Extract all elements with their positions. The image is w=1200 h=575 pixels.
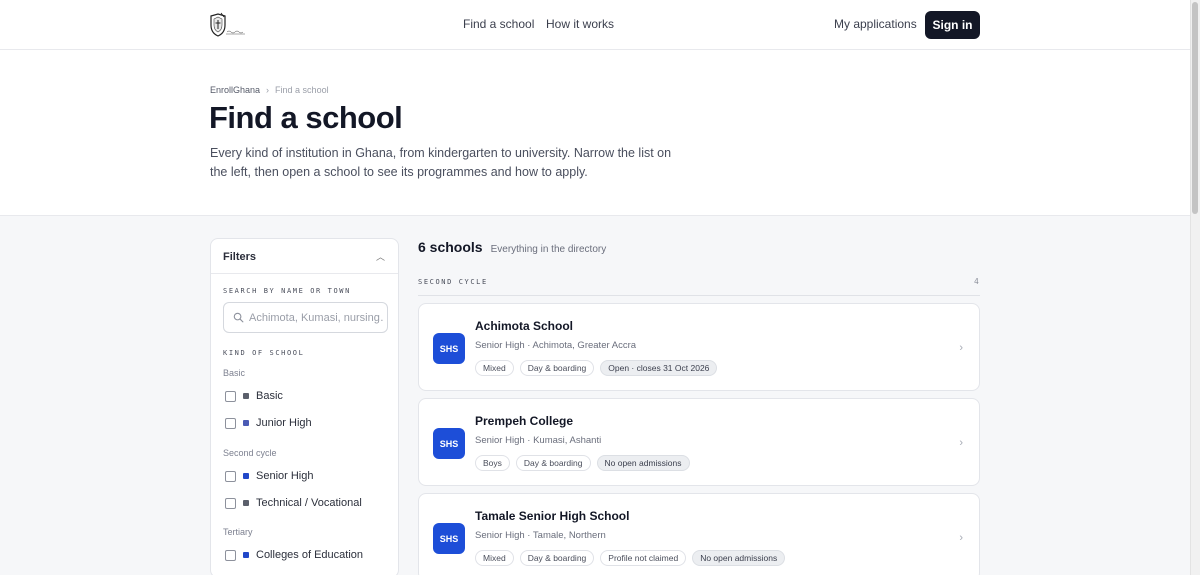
school-tags: Mixed Day & boarding Profile not claimed…: [475, 550, 786, 566]
school-tags: Boys Day & boarding No open admissions: [475, 455, 690, 471]
nav-find-a-school[interactable]: Find a school: [463, 17, 534, 31]
category-dot: [243, 500, 249, 506]
school-meta: Senior High · Achimota, Greater Accra: [475, 340, 637, 351]
filter-basic[interactable]: Basic: [225, 389, 283, 403]
admission-status-tag: Open · closes 31 Oct 2026: [600, 360, 718, 376]
filter-label: Technical / Vocational: [256, 497, 362, 509]
filters-header[interactable]: Filters ︿: [211, 239, 398, 274]
admission-status-tag: No open admissions: [692, 550, 786, 566]
category-dot: [243, 473, 249, 479]
school-type-badge: SHS: [433, 333, 465, 364]
school-name[interactable]: Tamale Senior High School: [475, 509, 629, 523]
results-scope: Everything in the directory: [490, 244, 607, 255]
page-title: Find a school: [209, 100, 403, 135]
results-count: 6 schools: [418, 239, 483, 255]
search-field[interactable]: [223, 302, 388, 333]
filter-label: Senior High: [256, 470, 314, 482]
section-divider: [418, 295, 980, 296]
school-card[interactable]: SHS Achimota School Senior High · Achimo…: [418, 303, 980, 391]
group-label-tertiary: Tertiary: [223, 527, 253, 537]
checkbox[interactable]: [225, 497, 236, 509]
nav-my-applications[interactable]: My applications: [834, 17, 917, 31]
tag-gender: Mixed: [475, 550, 514, 566]
chevron-right-icon[interactable]: ›: [959, 532, 963, 544]
sign-in-button[interactable]: Sign in: [925, 11, 980, 39]
top-nav: Find a school How it works My applicatio…: [0, 0, 1190, 50]
page-header: EnrollGhana › Find a school Find a schoo…: [0, 50, 1190, 216]
filters-panel: Filters ︿ SEARCH BY NAME OR TOWN KIND OF…: [210, 238, 399, 575]
filter-junior-high[interactable]: Junior High: [225, 416, 312, 430]
group-label-second-cycle: Second cycle: [223, 448, 277, 458]
school-type-badge: SHS: [433, 523, 465, 554]
section-count: 4: [974, 277, 979, 286]
school-type-badge: SHS: [433, 428, 465, 459]
filter-label: Junior High: [256, 417, 312, 429]
school-card[interactable]: SHS Tamale Senior High School Senior Hig…: [418, 493, 980, 575]
breadcrumb: EnrollGhana › Find a school: [210, 85, 329, 95]
tag-boarding: Day & boarding: [515, 455, 591, 471]
filter-colleges-of-education[interactable]: Colleges of Education: [225, 548, 363, 562]
search-input[interactable]: [249, 310, 384, 326]
filter-label: Colleges of Education: [256, 549, 364, 561]
filter-technical-vocational[interactable]: Technical / Vocational: [225, 496, 362, 510]
category-dot: [243, 552, 249, 558]
school-meta: Senior High · Kumasi, Ashanti: [475, 435, 602, 446]
filter-label: Basic: [256, 390, 283, 402]
tag-boarding: Day & boarding: [519, 360, 595, 376]
checkbox[interactable]: [225, 549, 236, 561]
school-crest-logo[interactable]: [209, 12, 247, 38]
filters-title: Filters: [223, 251, 257, 263]
breadcrumb-current: Find a school: [275, 85, 329, 95]
school-tags: Mixed Day & boarding Open · closes 31 Oc…: [475, 360, 718, 376]
tag-gender: Mixed: [475, 360, 514, 376]
school-meta: Senior High · Tamale, Northern: [475, 530, 606, 541]
checkbox[interactable]: [225, 470, 236, 482]
category-dot: [243, 420, 249, 426]
tag-profile-status: Profile not claimed: [600, 550, 687, 566]
section-label: SECOND CYCLE: [418, 278, 488, 286]
admission-status-tag: No open admissions: [596, 455, 690, 471]
scrollbar-thumb[interactable]: [1192, 2, 1198, 214]
chevron-right-icon[interactable]: ›: [959, 437, 963, 449]
tag-gender: Boys: [475, 455, 510, 471]
kind-of-school-label: KIND OF SCHOOL: [223, 349, 305, 357]
chevron-up-icon[interactable]: ︿: [376, 250, 385, 263]
tag-boarding: Day & boarding: [519, 550, 595, 566]
breadcrumb-root[interactable]: EnrollGhana: [210, 85, 260, 95]
results-header: 6 schools Everything in the directory: [418, 239, 606, 255]
chevron-right-icon[interactable]: ›: [959, 342, 963, 354]
filter-senior-high[interactable]: Senior High: [225, 469, 313, 483]
school-name[interactable]: Prempeh College: [475, 414, 573, 428]
category-dot: [243, 393, 249, 399]
group-label-basic: Basic: [223, 368, 246, 378]
chevron-right-icon: ›: [266, 85, 270, 95]
checkbox[interactable]: [225, 417, 236, 429]
page-subtitle: Every kind of institution in Ghana, from…: [210, 146, 672, 179]
school-name[interactable]: Achimota School: [475, 319, 573, 333]
checkbox[interactable]: [225, 390, 236, 402]
search-label: SEARCH BY NAME OR TOWN: [223, 287, 351, 295]
nav-how-it-works[interactable]: How it works: [546, 17, 614, 31]
search-icon: [233, 312, 244, 323]
school-card[interactable]: SHS Prempeh College Senior High · Kumasi…: [418, 398, 980, 486]
